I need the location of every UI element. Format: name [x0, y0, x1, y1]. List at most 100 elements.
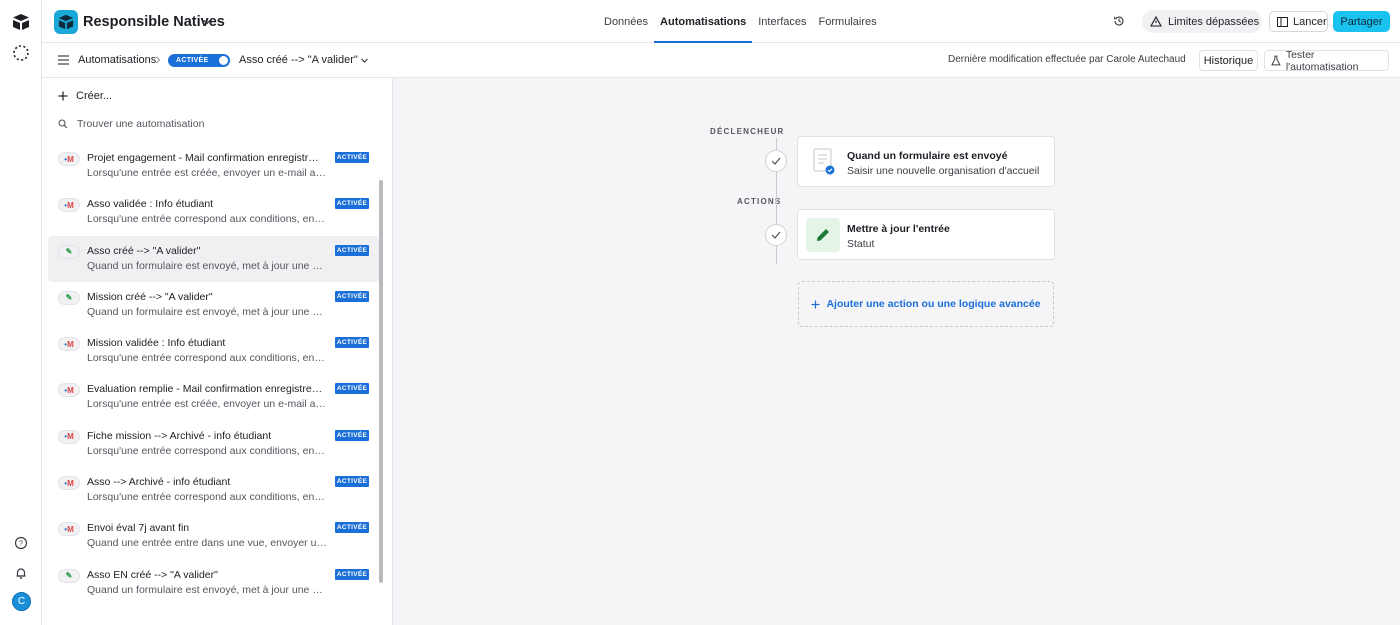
- toggle-knob: [219, 56, 228, 65]
- item-name: Asso validée : Info étudiant: [87, 198, 214, 211]
- status-badge: ACTIVÉE: [335, 244, 369, 256]
- automation-title[interactable]: Asso créé --> "A valider": [239, 54, 358, 66]
- gmail-icon: • M: [58, 198, 80, 213]
- breadcrumb[interactable]: Automatisations: [78, 54, 156, 66]
- left-rail: ? C: [0, 0, 42, 625]
- history-icon[interactable]: [1113, 15, 1125, 27]
- item-desc: Quand un formulaire est envoyé, met à jo…: [87, 583, 327, 596]
- create-label: Créer...: [76, 90, 113, 102]
- search-placeholder: Trouver une automatisation: [77, 118, 205, 130]
- item-name: Fiche mission --> Archivé - info étudian…: [87, 429, 272, 442]
- notifications-bell-icon[interactable]: [14, 566, 28, 580]
- list-item[interactable]: • M Evaluation remplie - Mail confirmatio…: [48, 374, 379, 420]
- launch-button[interactable]: Lancer: [1269, 11, 1328, 32]
- automation-canvas: DÉCLENCHEUR ACTIONS Quand un formulaire …: [393, 78, 1400, 625]
- tab-formulaires[interactable]: Formulaires: [813, 0, 883, 43]
- base-icon[interactable]: [54, 10, 78, 34]
- list-item[interactable]: ✎ Asso EN créé --> "A valider" Quand un …: [48, 560, 379, 606]
- action-title: Mettre à jour l'entrée: [847, 223, 950, 235]
- status-badge: ACTIVÉE: [335, 568, 369, 580]
- chevron-down-icon[interactable]: [202, 17, 212, 27]
- item-name: Mission validée : Info étudiant: [87, 337, 226, 350]
- status-badge: ACTIVÉE: [335, 429, 369, 441]
- edit-icon: ✎: [58, 568, 80, 583]
- list-item[interactable]: ✎ Mission créé --> "A valider" Quand un …: [48, 282, 379, 328]
- status-badge: ACTIVÉE: [335, 522, 369, 534]
- actions-section-label: ACTIONS: [737, 197, 782, 206]
- gmail-icon: • M: [58, 337, 80, 352]
- loading-spinner-icon: [13, 45, 29, 61]
- plus-icon: [58, 91, 68, 101]
- list-item[interactable]: • M Fiche mission --> Archivé - info étud…: [48, 421, 379, 467]
- main-nav: Données Automatisations Interfaces Formu…: [598, 0, 883, 43]
- warning-icon: [1150, 16, 1162, 27]
- flask-icon: [1271, 55, 1281, 66]
- list-item[interactable]: • M Mission validée : Info étudiant Lorsq…: [48, 328, 379, 374]
- gmail-icon: • M: [58, 476, 80, 491]
- list-item[interactable]: • M Asso --> Archivé - info étudiant Lors…: [48, 467, 379, 513]
- automation-active-toggle[interactable]: ACTIVÉE: [168, 54, 230, 67]
- item-desc: Lorsqu'une entrée correspond aux conditi…: [87, 491, 327, 504]
- list-item[interactable]: • M Asso validée : Info étudiant Lorsqu'u…: [48, 189, 379, 235]
- history-button[interactable]: Historique: [1199, 50, 1258, 71]
- status-badge: ACTIVÉE: [335, 383, 369, 395]
- user-avatar[interactable]: C: [12, 592, 31, 611]
- tab-interfaces[interactable]: Interfaces: [752, 0, 812, 43]
- add-action-button[interactable]: Ajouter une action ou une logique avancé…: [798, 281, 1054, 327]
- list-item[interactable]: • M Projet engagement - Mail confirmation…: [48, 143, 379, 189]
- tab-donnees[interactable]: Données: [598, 0, 654, 43]
- gmail-icon: • M: [58, 152, 80, 166]
- check-icon: [765, 150, 787, 172]
- chevron-down-icon[interactable]: [360, 57, 369, 64]
- list-item-selected[interactable]: ✎ Asso créé --> "A valider" Quand un for…: [48, 235, 379, 282]
- chevron-right-icon: [156, 56, 161, 64]
- automations-panel: Créer... Trouver une automatisation • M P…: [42, 78, 393, 625]
- airtable-logo-icon[interactable]: [12, 13, 30, 31]
- create-automation-button[interactable]: Créer...: [58, 90, 112, 102]
- item-desc: Lorsqu'une entrée est créée, envoyer un …: [87, 398, 327, 411]
- search-icon: [58, 119, 68, 129]
- status-badge: ACTIVÉE: [335, 476, 369, 488]
- item-name: Mission créé --> "A valider": [87, 290, 213, 303]
- status-badge: ACTIVÉE: [335, 152, 369, 163]
- automation-subbar: Automatisations ACTIVÉE Asso créé --> "A…: [42, 43, 1400, 78]
- edit-record-icon: [806, 218, 840, 252]
- launch-label: Lancer: [1293, 15, 1327, 28]
- status-badge: ACTIVÉE: [335, 198, 369, 210]
- tab-automatisations[interactable]: Automatisations: [654, 0, 753, 43]
- item-name: Evaluation remplie - Mail confirmation e…: [87, 383, 327, 396]
- item-desc: Quand un formulaire est envoyé, met à jo…: [87, 305, 327, 318]
- action-subtitle: Statut: [847, 238, 875, 250]
- trigger-card[interactable]: Quand un formulaire est envoyé Saisir un…: [797, 136, 1055, 187]
- gmail-icon: • M: [58, 522, 80, 537]
- base-logo-icon: [58, 14, 74, 30]
- item-desc: Quand un formulaire est envoyé, met à jo…: [87, 259, 327, 272]
- svg-text:?: ?: [19, 541, 23, 548]
- item-name: Asso créé --> "A valider": [87, 244, 201, 257]
- plus-icon: [811, 300, 820, 308]
- list-item[interactable]: • M Envoi éval 7j avant fin Quand une ent…: [48, 513, 379, 559]
- item-name: Asso EN créé --> "A valider": [87, 568, 218, 581]
- trigger-title: Quand un formulaire est envoyé: [847, 150, 1008, 162]
- item-name: Envoi éval 7j avant fin: [87, 522, 190, 535]
- help-icon[interactable]: ?: [14, 536, 28, 550]
- test-automation-button[interactable]: Tester l'automatisation: [1264, 48, 1389, 73]
- share-button[interactable]: Partager: [1333, 11, 1390, 32]
- item-desc: Quand une entrée entre dans une vue, env…: [87, 537, 327, 550]
- action-card[interactable]: Mettre à jour l'entrée Statut: [797, 209, 1055, 260]
- test-label: Tester l'automatisation: [1285, 48, 1359, 73]
- check-icon: [765, 224, 787, 246]
- search-automations-input[interactable]: Trouver une automatisation: [58, 118, 204, 130]
- menu-icon[interactable]: [58, 55, 69, 65]
- item-desc: Lorsqu'une entrée est créée, envoyer un …: [87, 167, 327, 179]
- limits-label: Limites dépassées: [1168, 15, 1260, 28]
- status-badge: ACTIVÉE: [335, 290, 369, 302]
- item-desc: Lorsqu'une entrée correspond aux conditi…: [87, 213, 327, 226]
- edit-icon: ✎: [58, 244, 80, 259]
- scrollbar[interactable]: [379, 180, 383, 583]
- top-bar: Responsible Natives Données Automatisati…: [42, 0, 1400, 43]
- form-icon: [813, 148, 835, 175]
- trigger-section-label: DÉCLENCHEUR: [710, 127, 785, 136]
- gmail-icon: • M: [58, 383, 80, 398]
- limits-exceeded-button[interactable]: Limites dépassées: [1142, 10, 1262, 33]
